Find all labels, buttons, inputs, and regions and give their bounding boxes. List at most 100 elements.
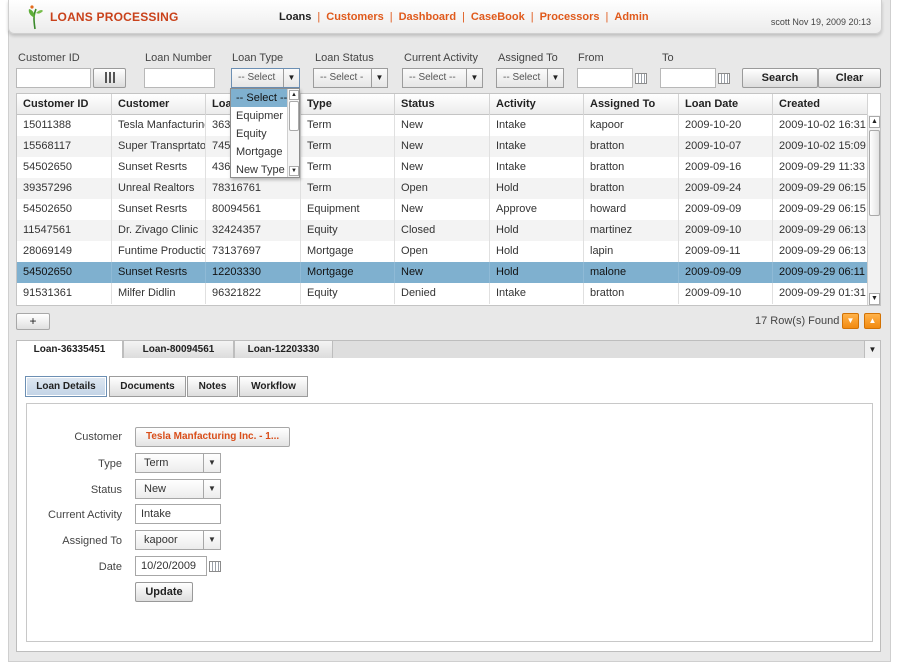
loan-number-input[interactable] bbox=[144, 68, 215, 88]
table-cell: New bbox=[395, 115, 490, 136]
col-status[interactable]: Status bbox=[395, 94, 490, 115]
chevron-down-icon: ▼ bbox=[203, 480, 220, 498]
table-cell: Equity bbox=[301, 220, 395, 241]
dropdown-option[interactable]: Equity bbox=[231, 125, 288, 143]
customer-link-button[interactable]: Tesla Manfacturing Inc. - 1... bbox=[135, 427, 290, 447]
calendar-icon[interactable] bbox=[718, 73, 730, 84]
chevron-down-icon: ▼ bbox=[466, 69, 482, 87]
table-cell: Intake bbox=[490, 157, 584, 178]
chevron-up-icon[interactable]: ▲ bbox=[869, 116, 880, 128]
subtab-notes[interactable]: Notes bbox=[187, 376, 238, 397]
search-button[interactable]: Search bbox=[742, 68, 818, 88]
table-cell: Hold bbox=[490, 262, 584, 283]
customer-id-input[interactable] bbox=[16, 68, 91, 88]
table-cell: 2009-09-29 06:15 bbox=[773, 178, 868, 199]
table-row[interactable]: 39357296 Unreal Realtors 78316761 Term Open H… bbox=[17, 178, 868, 199]
status-label: Status bbox=[90, 484, 122, 496]
nav-casebook[interactable]: CaseBook bbox=[471, 11, 525, 23]
dropdown-option[interactable]: Mortgage bbox=[231, 143, 288, 161]
tab-loan-36335451[interactable]: Loan-36335451 bbox=[16, 340, 123, 360]
chevron-down-icon[interactable]: ▼ bbox=[869, 293, 880, 305]
table-cell: Hold bbox=[490, 220, 584, 241]
tab-loan-12203330[interactable]: Loan-12203330 bbox=[234, 340, 333, 359]
dropdown-option[interactable]: -- Select -- bbox=[231, 89, 288, 107]
table-cell: 15568117 bbox=[17, 136, 112, 157]
subtab-loan-details[interactable]: Loan Details bbox=[25, 376, 107, 397]
table-row[interactable]: 28069149 Funtime Productio 73137697 Mortgag… bbox=[17, 241, 868, 262]
date-field[interactable]: 10/20/2009 bbox=[135, 556, 207, 576]
nav-admin[interactable]: Admin bbox=[614, 11, 648, 23]
status-select[interactable]: New ▼ bbox=[135, 479, 221, 499]
nav-loans[interactable]: Loans bbox=[279, 11, 311, 23]
nav-customers[interactable]: Customers bbox=[326, 11, 383, 23]
col-created[interactable]: Created bbox=[773, 94, 868, 115]
table-cell: Denied bbox=[395, 283, 490, 304]
loan-type-select[interactable]: -- Select ▼ bbox=[231, 68, 300, 88]
table-cell: Sunset Resrts bbox=[112, 157, 206, 178]
nav-processors[interactable]: Processors bbox=[540, 11, 600, 23]
add-loan-button[interactable]: + bbox=[16, 313, 50, 330]
table-cell: 2009-10-02 16:31 bbox=[773, 115, 868, 136]
clear-button[interactable]: Clear bbox=[818, 68, 881, 88]
assigned-to-select[interactable]: -- Select ▼ bbox=[496, 68, 564, 88]
type-select[interactable]: Term ▼ bbox=[135, 453, 221, 473]
calendar-icon[interactable] bbox=[209, 561, 221, 572]
customer-picker-button[interactable] bbox=[93, 68, 126, 88]
dropdown-option[interactable]: Equipmer bbox=[231, 107, 288, 125]
page-down-button[interactable]: ▼ bbox=[842, 313, 859, 329]
table-row[interactable]: 15568117 Super Transprtator 7455 Term New Int… bbox=[17, 136, 868, 157]
chevron-up-icon[interactable]: ▲ bbox=[289, 90, 299, 100]
table-cell: malone bbox=[584, 262, 679, 283]
table-row[interactable]: 11547561 Dr. Zivago Clinic 32424357 Equity C… bbox=[17, 220, 868, 241]
grid-scrollbar[interactable]: ▲ ▼ bbox=[867, 115, 880, 305]
table-row[interactable]: 91531361 Milfer Didlin 96321822 Equity Denie… bbox=[17, 283, 868, 304]
dropdown-option[interactable]: New Type bbox=[231, 161, 288, 179]
table-cell: 28069149 bbox=[17, 241, 112, 262]
table-cell: 2009-09-29 06:15 bbox=[773, 199, 868, 220]
table-row[interactable]: 15011388 Tesla Manfacturing 3633 Term New Int… bbox=[17, 115, 868, 136]
table-row[interactable]: 54502650 Sunset Resrts 4360 Term New Intake br… bbox=[17, 157, 868, 178]
calendar-icon[interactable] bbox=[635, 73, 647, 84]
table-row[interactable]: 54502650 Sunset Resrts 12203330 Mortgage New… bbox=[17, 262, 868, 283]
current-activity-select[interactable]: -- Select -- ▼ bbox=[402, 68, 483, 88]
table-cell: 54502650 bbox=[17, 157, 112, 178]
table-cell: bratton bbox=[584, 283, 679, 304]
assigned-to-field-value: kapoor bbox=[144, 534, 178, 546]
table-cell: Intake bbox=[490, 115, 584, 136]
from-label: From bbox=[578, 52, 604, 64]
nav-dashboard[interactable]: Dashboard bbox=[399, 11, 456, 23]
assigned-to-select-value: -- Select bbox=[503, 72, 541, 83]
to-date-input[interactable] bbox=[660, 68, 716, 88]
col-assigned-to[interactable]: Assigned To bbox=[584, 94, 679, 115]
table-cell: 2009-09-24 bbox=[679, 178, 773, 199]
table-cell: Open bbox=[395, 241, 490, 262]
col-type[interactable]: Type bbox=[301, 94, 395, 115]
subtab-documents[interactable]: Documents bbox=[109, 376, 186, 397]
tab-loan-80094561[interactable]: Loan-80094561 bbox=[123, 340, 234, 359]
table-cell: New bbox=[395, 199, 490, 220]
scroll-thumb[interactable] bbox=[289, 101, 299, 131]
table-cell: Mortgage bbox=[301, 241, 395, 262]
table-cell: Term bbox=[301, 136, 395, 157]
loan-status-select[interactable]: -- Select - ▼ bbox=[313, 68, 388, 88]
table-cell: 2009-09-16 bbox=[679, 157, 773, 178]
assigned-to-field-select[interactable]: kapoor ▼ bbox=[135, 530, 221, 550]
chevron-down-icon[interactable]: ▼ bbox=[289, 166, 299, 176]
scroll-thumb[interactable] bbox=[869, 130, 880, 216]
update-button[interactable]: Update bbox=[135, 582, 193, 602]
subtab-workflow[interactable]: Workflow bbox=[239, 376, 308, 397]
from-date-input[interactable] bbox=[577, 68, 633, 88]
col-loan-date[interactable]: Loan Date bbox=[679, 94, 773, 115]
table-row[interactable]: 54502650 Sunset Resrts 80094561 Equipment Ne… bbox=[17, 199, 868, 220]
table-cell: 54502650 bbox=[17, 199, 112, 220]
col-customer-id[interactable]: Customer ID bbox=[17, 94, 112, 115]
col-activity[interactable]: Activity bbox=[490, 94, 584, 115]
dropdown-scrollbar[interactable]: ▲ ▼ bbox=[287, 89, 299, 177]
table-cell: 2009-09-29 06:11 bbox=[773, 262, 868, 283]
col-customer[interactable]: Customer bbox=[112, 94, 206, 115]
tab-menu-button[interactable]: ▼ bbox=[864, 341, 880, 358]
current-activity-field[interactable]: Intake bbox=[135, 504, 221, 524]
table-cell: 2009-09-11 bbox=[679, 241, 773, 262]
page-up-button[interactable]: ▲ bbox=[864, 313, 881, 329]
table-cell: Intake bbox=[490, 136, 584, 157]
